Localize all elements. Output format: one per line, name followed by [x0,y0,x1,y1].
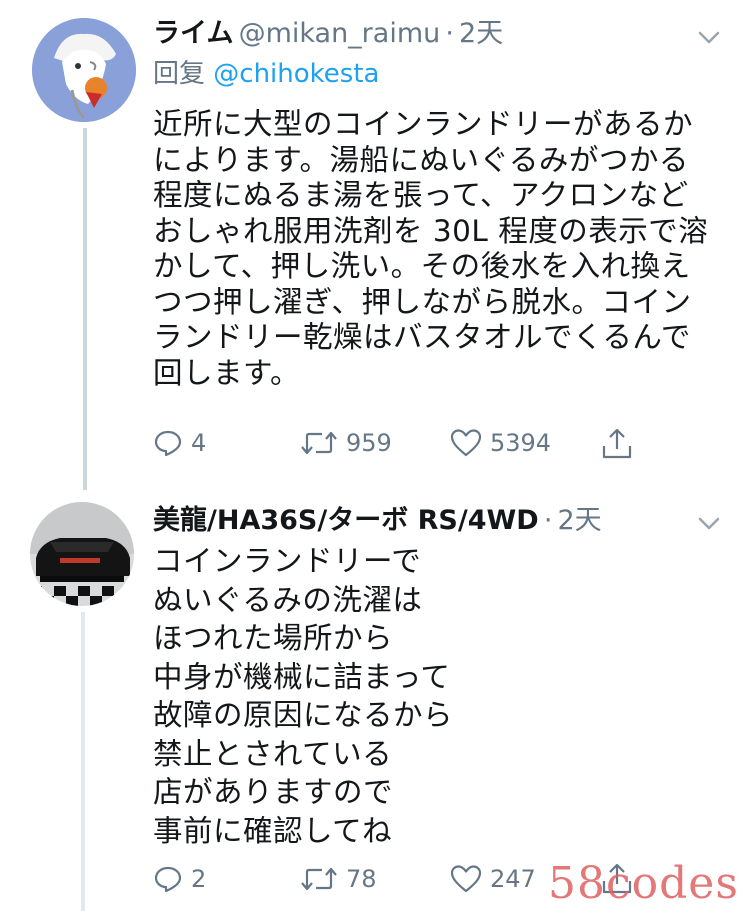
text-line: 近所に大型のコインランドリーがあるか [153,107,694,141]
text-line: 店がありますので [153,775,394,809]
text-line: コインランドリーで [153,544,422,578]
text-line: 程度にぬるま湯を張って、アクロンなど [153,178,689,212]
retweet-button[interactable]: 78 [300,864,377,894]
text-line: ぬいぐるみの洗濯は [153,582,423,617]
like-button[interactable]: 247 [450,864,536,894]
text-line: によります。湯船にぬいぐるみがつかる [153,142,689,177]
retweet-count: 959 [346,429,392,457]
tweet-text: コインランドリーで ぬいぐるみの洗濯は ほつれた場所から 中身が機械に詰まって … [153,542,713,850]
watermark: 58codes [548,858,739,909]
text-line: 事前に確認してね [153,813,393,848]
text-line: つつ押し濯ぎ、押しながら脱水。コイン [153,284,692,319]
avatar[interactable] [30,502,134,606]
thread-line [81,612,85,911]
text-line: 禁止とされている [153,736,393,771]
text-line: ランドリー乾燥はバスタオルでくるんで [153,320,691,354]
tweet-header: 美龍/HA36S/ターボ RS/4WD · 2天 [153,507,602,534]
separator-dot: · [543,505,553,536]
tweet-text: 近所に大型のコインランドリーがあるか によります。湯船にぬいぐるみがつかる 程度… [153,107,713,391]
retweet-icon [301,431,337,455]
separator-dot: · [445,18,454,49]
reply-count: 4 [191,429,207,457]
user-handle[interactable]: @mikan_raimu [239,18,441,49]
retweet-button[interactable]: 959 [300,428,392,458]
reply-button[interactable]: 4 [153,428,206,458]
like-count: 247 [490,865,536,893]
timestamp[interactable]: 2天 [558,505,602,536]
like-icon [450,865,482,893]
like-icon [450,429,482,457]
reply-icon [154,866,182,893]
timestamp[interactable]: 2天 [459,18,503,49]
display-name[interactable]: ライム [153,18,233,49]
text-line: 中身が機械に詰まって [153,659,451,694]
display-name[interactable]: 美龍/HA36S/ターボ RS/4WD [153,505,539,536]
text-line: 故障の原因になるから [153,698,454,732]
retweet-count: 78 [346,865,377,893]
text-line: 回します。 [153,355,301,390]
reply-count: 2 [191,865,207,893]
tweet-header: ライム @mikan_raimu · 2天 [153,20,503,47]
reply-handle-link[interactable]: @chihokesta [213,59,379,89]
thread-line [83,128,87,490]
tweet[interactable]: 美龍/HA36S/ターボ RS/4WD · 2天 コインランドリーで ぬいぐるみ… [0,490,750,911]
reply-button[interactable]: 2 [153,864,206,894]
chevron-down-icon[interactable] [696,510,722,536]
reply-label: 回复 [153,59,206,89]
text-line: おしゃれ服用洗剤を 30L 程度の表示で溶 [153,213,709,248]
retweet-icon [301,867,337,891]
reply-icon [154,430,182,457]
avatar[interactable] [32,18,136,122]
reply-context: 回复 @chihokesta [153,61,379,87]
like-count: 5394 [490,429,552,457]
like-button[interactable]: 5394 [450,428,551,458]
tweet[interactable]: ライム @mikan_raimu · 2天 回复 @chihokesta 近所に… [0,0,750,490]
text-line: かして、押し洗い。その後水を入れ換え [153,249,691,283]
chevron-down-icon[interactable] [696,24,722,50]
text-line: ほつれた場所から [153,621,394,655]
share-button[interactable] [601,427,633,461]
share-icon [602,428,632,459]
